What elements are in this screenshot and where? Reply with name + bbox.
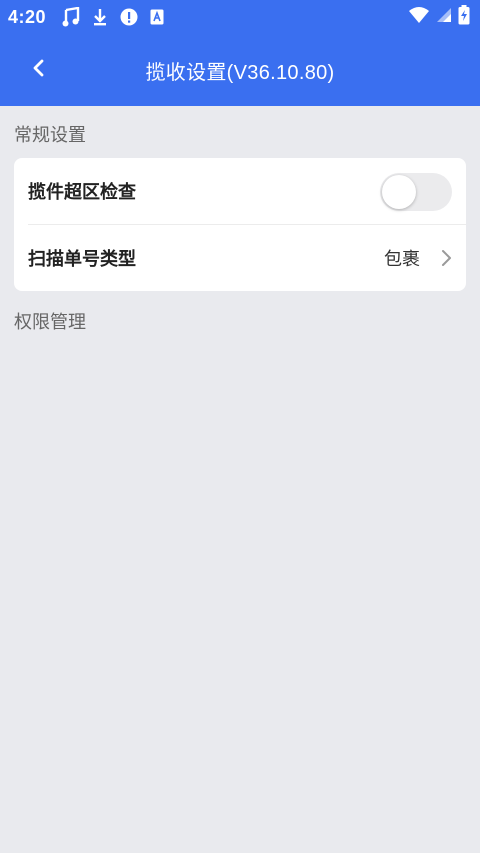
setting-row-scan-type[interactable]: 扫描单号类型 包裹	[14, 225, 466, 291]
setting-label-scan-type: 扫描单号类型	[28, 249, 136, 270]
music-note-icon	[62, 7, 80, 27]
status-right-group	[408, 5, 470, 29]
status-time: 4:20	[8, 6, 47, 27]
overzone-check-toggle[interactable]	[380, 173, 452, 211]
battery-charging-icon	[458, 5, 470, 29]
back-button[interactable]	[18, 52, 58, 88]
download-icon	[92, 7, 108, 27]
toggle-knob	[382, 175, 416, 209]
setting-row-overzone-check: 揽件超区检查	[14, 158, 466, 224]
alert-icon	[120, 8, 138, 26]
wifi-icon	[408, 6, 430, 28]
section-title-general: 常规设置	[14, 125, 86, 146]
section-title-permissions[interactable]: 权限管理	[14, 308, 86, 334]
setting-label-overzone-check: 揽件超区检查	[28, 182, 136, 203]
setting-value-scan-type: 包裹	[384, 249, 420, 270]
chevron-right-icon	[440, 248, 452, 273]
toolbar: 揽收设置(V36.10.80)	[0, 34, 480, 106]
status-bar: 4:20	[0, 0, 480, 34]
page-title: 揽收设置(V36.10.80)	[145, 61, 335, 84]
settings-card-general: 揽件超区检查 扫描单号类型 包裹	[14, 158, 466, 291]
signal-icon	[436, 7, 452, 27]
keyboard-a-icon	[150, 9, 164, 25]
app-header: 4:20 揽收设置(V36.10.80)	[0, 0, 480, 106]
chevron-left-icon	[31, 58, 45, 82]
